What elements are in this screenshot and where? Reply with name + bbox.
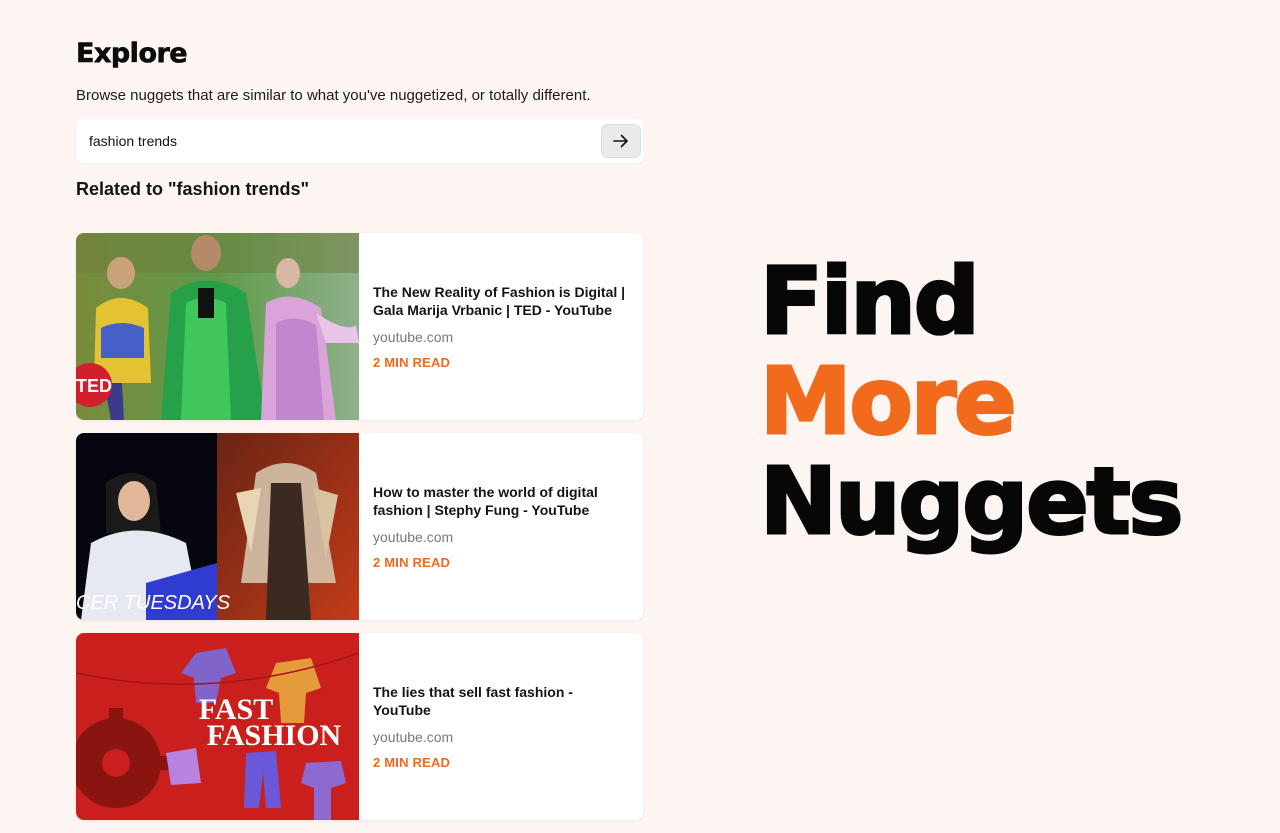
thumb-ted-logo: TED — [76, 376, 112, 396]
nugget-card[interactable]: CER TUESDAYS How to master the world of … — [76, 433, 643, 620]
search-bar — [76, 119, 643, 163]
page-subtitle: Browse nuggets that are similar to what … — [76, 87, 591, 104]
card-source: youtube.com — [373, 729, 454, 745]
card-title[interactable]: The New Reality of Fashion is Digital | … — [373, 283, 629, 319]
card-body: The New Reality of Fashion is Digital | … — [359, 233, 643, 420]
thumb-caption-line2: FASHION — [207, 719, 342, 752]
card-read-time: 2 MIN READ — [373, 355, 451, 370]
card-body: The lies that sell fast fashion - YouTub… — [359, 633, 643, 820]
card-source: youtube.com — [373, 329, 454, 345]
search-input[interactable] — [89, 133, 589, 149]
page-title: Explore — [76, 38, 188, 70]
card-read-time: 2 MIN READ — [373, 555, 451, 570]
card-title[interactable]: The lies that sell fast fashion - YouTub… — [373, 683, 629, 719]
nugget-card[interactable]: FAST FASHION The lies that sell fast fas… — [76, 633, 643, 820]
card-thumbnail: CER TUESDAYS — [76, 433, 359, 620]
nugget-list: TED The New Reality of Fashion is Digita… — [76, 233, 643, 833]
hero-line-nuggets: Nuggets — [758, 448, 1184, 555]
related-heading: Related to "fashion trends" — [76, 179, 310, 199]
nugget-card[interactable]: TED The New Reality of Fashion is Digita… — [76, 233, 643, 420]
card-title[interactable]: How to master the world of digital fashi… — [373, 483, 629, 519]
hero-line-more: More — [758, 348, 1018, 455]
card-source: youtube.com — [373, 529, 454, 545]
card-thumbnail: FAST FASHION — [76, 633, 359, 820]
hero-line-find: Find — [758, 248, 981, 355]
arrow-right-icon — [613, 134, 628, 148]
search-submit-button[interactable] — [601, 124, 641, 158]
hero-headline: Find More Nuggets — [758, 248, 1184, 555]
explore-panel: Explore Browse nuggets that are similar … — [76, 38, 643, 200]
card-body: How to master the world of digital fashi… — [359, 433, 643, 620]
thumb-caption: CER TUESDAYS — [76, 592, 231, 614]
card-thumbnail: TED — [76, 233, 359, 420]
card-read-time: 2 MIN READ — [373, 755, 451, 770]
